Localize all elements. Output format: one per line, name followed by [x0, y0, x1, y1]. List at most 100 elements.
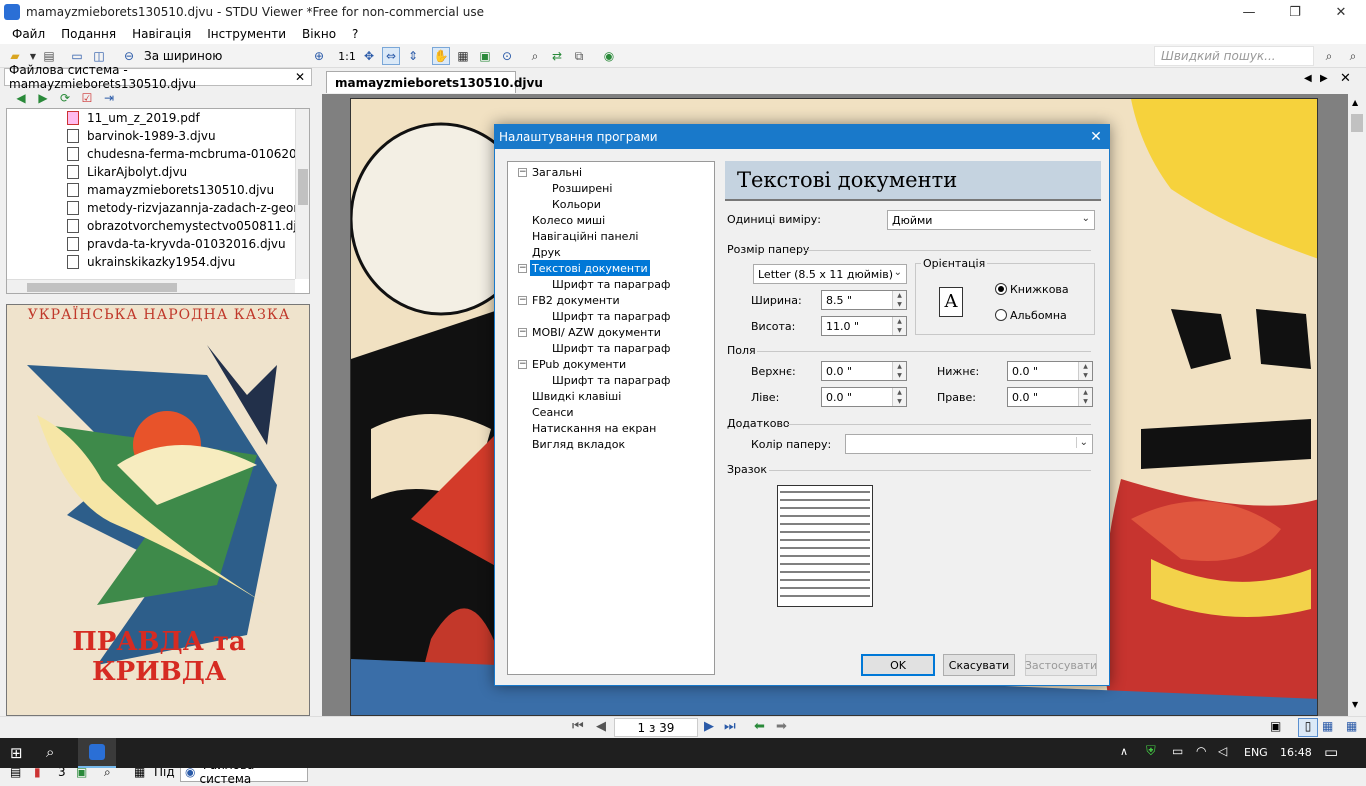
list-item[interactable]: barvinok-1989-3.djvu [67, 127, 216, 145]
list-item[interactable]: 11_um_z_2019.pdf [67, 109, 200, 127]
paper-size-select[interactable]: Letter (8.5 x 11 дюймів) ⌄ [753, 264, 907, 284]
tree-item[interactable]: Розширені [550, 180, 614, 196]
web-icon[interactable]: ◉ [600, 47, 618, 65]
paper-color-select[interactable]: ⌄ [845, 434, 1093, 454]
menu-file[interactable]: Файл [4, 27, 53, 41]
tree-item[interactable]: Шрифт та параграф [550, 340, 672, 356]
tree-item[interactable]: Колесо миші [530, 212, 607, 228]
tree-item[interactable]: Вигляд вкладок [530, 436, 627, 452]
volume-icon[interactable]: ◁ [1218, 744, 1227, 758]
spin-arrows-icon[interactable]: ▲ ▼ [892, 291, 906, 309]
portrait-radio[interactable] [995, 283, 1007, 295]
continuous-view-icon[interactable]: ▦ [1322, 719, 1333, 733]
bottom-margin-stepper[interactable]: 0.0 " ▲ ▼ [1007, 361, 1093, 381]
units-select[interactable]: Дюйми ⌄ [887, 210, 1095, 230]
spin-arrows-icon[interactable]: ▲ ▼ [892, 388, 906, 406]
top-margin-stepper[interactable]: 0.0 " ▲ ▼ [821, 361, 907, 381]
dialog-close-button[interactable]: ✕ [1083, 125, 1109, 149]
tree-expander[interactable]: − [518, 296, 527, 305]
single-page-view-icon[interactable]: ▯ [1298, 718, 1318, 737]
next-page-icon[interactable]: ▶ [704, 719, 714, 734]
last-page-icon[interactable]: ⏭ [724, 719, 736, 734]
list-item[interactable]: mamayzmieborets130510.djvu [67, 181, 274, 199]
tree-item[interactable]: Шрифт та параграф [550, 372, 672, 388]
zoom-in-icon[interactable]: ⊕ [310, 47, 328, 65]
tree-expander[interactable]: − [518, 360, 527, 369]
history-back-icon[interactable]: ⬅ [754, 719, 765, 734]
file-list-vscroll[interactable] [295, 109, 309, 279]
menu-window[interactable]: Вікно [294, 27, 344, 41]
scroll-thumb[interactable] [1351, 114, 1363, 132]
shield-icon[interactable]: ⛨ [1146, 744, 1156, 759]
page-thumbnail[interactable]: УКРАЇНСЬКА НАРОДНА КАЗКА ПРАВДА та КРИВД… [6, 304, 310, 716]
minimize-button[interactable]: — [1226, 0, 1272, 24]
spin-arrows-icon[interactable]: ▲ ▼ [1078, 362, 1092, 380]
width-stepper[interactable]: 8.5 " ▲ ▼ [821, 290, 907, 310]
right-margin-stepper[interactable]: 0.0 " ▲ ▼ [1007, 387, 1093, 407]
forward-arrow-icon[interactable]: ▶ [34, 89, 52, 107]
refresh-icon[interactable]: ⟳ [56, 89, 74, 107]
tab-next-icon[interactable]: ▶ [1320, 73, 1328, 84]
tab-close-icon[interactable]: ✕ [1340, 71, 1351, 86]
menu-tools[interactable]: Інструменти [199, 27, 294, 41]
document-tab[interactable]: mamayzmieborets130510.djvu [326, 71, 543, 93]
tree-item[interactable]: Кольори [550, 196, 603, 212]
prev-page-icon[interactable]: ◀ [596, 719, 606, 734]
menu-navigation[interactable]: Навігація [124, 27, 199, 41]
scroll-down-icon[interactable]: ▼ [1352, 700, 1358, 709]
fit-width-icon[interactable]: ⇔ [382, 47, 400, 65]
tree-item[interactable]: Навігаційні панелі [530, 228, 641, 244]
tree-item[interactable]: Шрифт та параграф [550, 308, 672, 324]
bookmark-check-icon[interactable]: ☑ [78, 89, 96, 107]
tree-item[interactable]: Натискання на екран [530, 420, 658, 436]
spin-arrows-icon[interactable]: ▲ ▼ [892, 317, 906, 335]
list-item[interactable]: LikarAjbolyt.djvu [67, 163, 187, 181]
list-item[interactable]: ukrainskikazky1954.djvu [67, 253, 235, 271]
stdu-taskbar-button[interactable] [78, 738, 116, 768]
hand-tool-icon[interactable]: ✋ [432, 47, 450, 65]
tree-item[interactable]: FB2 документи [530, 292, 622, 308]
actual-size-button[interactable]: 1:1 [338, 47, 356, 65]
search-icon[interactable]: ⌕ [46, 743, 54, 761]
document-vscroll[interactable]: ▲ ▼ [1348, 94, 1366, 716]
battery-icon[interactable]: ▭ [1172, 744, 1183, 758]
list-item[interactable]: chudesna-ferma-mcbruma-01062018.djvu [67, 145, 309, 163]
height-stepper[interactable]: 11.0 " ▲ ▼ [821, 316, 907, 336]
spin-arrows-icon[interactable]: ▲ ▼ [1078, 388, 1092, 406]
search-prev-icon[interactable]: ⌕ [1320, 47, 1338, 65]
tree-item[interactable]: Сеанси [530, 404, 576, 420]
notifications-icon[interactable]: ▭ [1324, 743, 1338, 761]
find-icon[interactable]: ⌕ [526, 47, 544, 65]
ok-button[interactable]: OK [861, 654, 935, 676]
open-file-icon[interactable]: ⇥ [100, 89, 118, 107]
facing-view-icon[interactable]: ▦ [1346, 719, 1357, 733]
landscape-radio[interactable] [995, 309, 1007, 321]
panel-close-icon[interactable]: ✕ [295, 70, 305, 84]
search-next-icon[interactable]: ⌕ [1344, 47, 1362, 65]
zoom-tool-icon[interactable]: ⊙ [498, 47, 516, 65]
menu-view[interactable]: Подання [53, 27, 124, 41]
tree-item[interactable]: Швидкі клавіші [530, 388, 623, 404]
tree-item[interactable]: Шрифт та параграф [550, 276, 672, 292]
tree-item[interactable]: Друк [530, 244, 563, 260]
copy-icon[interactable]: ⧉ [570, 47, 588, 65]
language-indicator[interactable]: ENG [1244, 746, 1268, 759]
list-item[interactable]: obrazotvorchemystectvo050811.djvu [67, 217, 309, 235]
tree-item[interactable]: EPub документи [530, 356, 628, 372]
menu-help[interactable]: ? [344, 27, 366, 41]
tray-arrow-icon[interactable]: ∧ [1120, 745, 1128, 758]
spin-arrows-icon[interactable]: ▲ ▼ [892, 362, 906, 380]
fit-page-icon[interactable]: ✥ [360, 47, 378, 65]
view-mode-icon[interactable]: ▣ [1270, 719, 1281, 733]
scroll-up-icon[interactable]: ▲ [1352, 98, 1358, 107]
left-margin-stepper[interactable]: 0.0 " ▲ ▼ [821, 387, 907, 407]
first-page-icon[interactable]: ⏮ [572, 719, 584, 734]
tree-expander[interactable]: − [518, 328, 527, 337]
select-image-icon[interactable]: ▣ [476, 47, 494, 65]
tree-item[interactable]: Загальні [530, 164, 584, 180]
restore-button[interactable]: ❐ [1272, 0, 1318, 24]
back-arrow-icon[interactable]: ◀ [12, 89, 30, 107]
tree-expander[interactable]: − [518, 168, 527, 177]
wifi-icon[interactable]: ◠ [1196, 744, 1206, 758]
tree-expander[interactable]: − [518, 264, 527, 273]
